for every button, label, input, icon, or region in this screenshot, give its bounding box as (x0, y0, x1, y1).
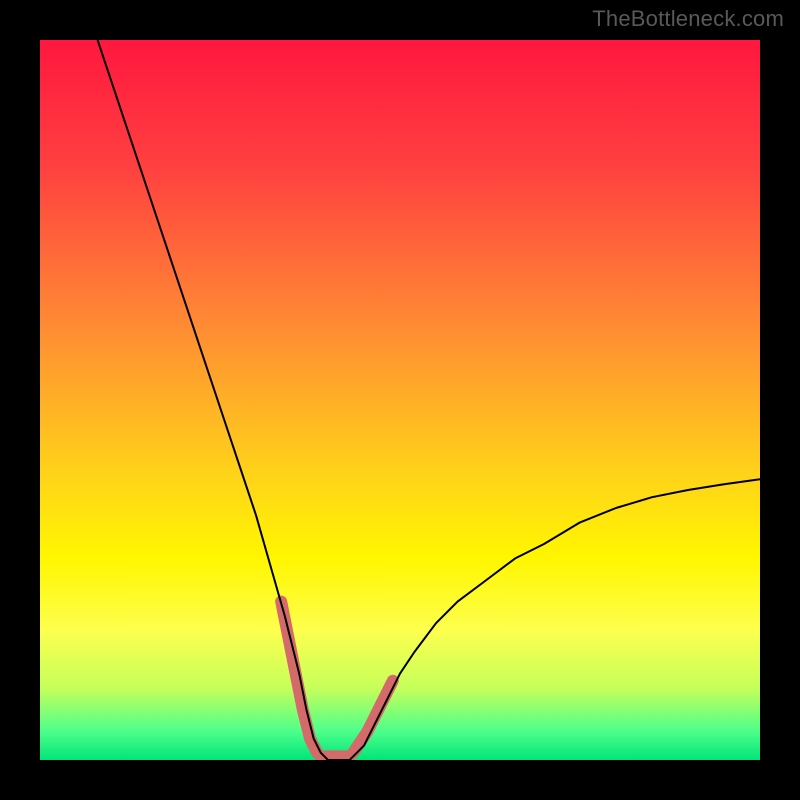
gradient-background (40, 40, 760, 760)
chart-frame: TheBottleneck.com (0, 0, 800, 800)
plot-area (40, 40, 760, 760)
chart-svg (40, 40, 760, 760)
watermark-text: TheBottleneck.com (592, 6, 784, 32)
